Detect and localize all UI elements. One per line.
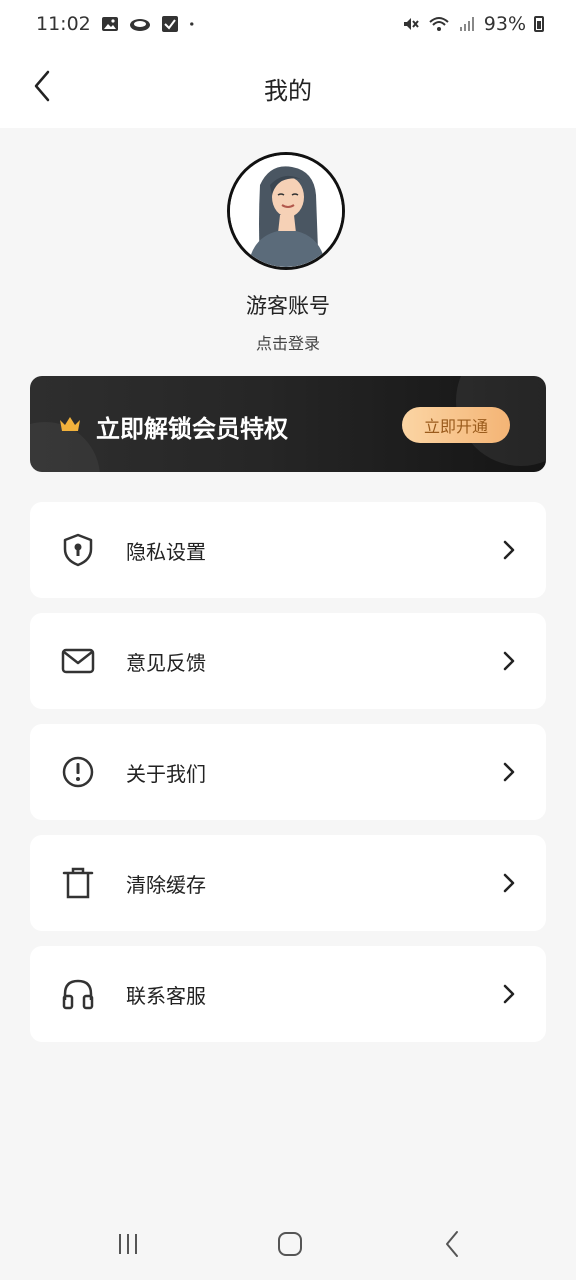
chevron-right-icon xyxy=(503,651,515,671)
home-icon xyxy=(278,1232,302,1256)
home-button[interactable] xyxy=(270,1228,310,1260)
shield-lock-icon xyxy=(63,533,93,567)
system-nav-bar xyxy=(0,1208,576,1280)
trash-icon xyxy=(62,867,94,899)
header: 我的 xyxy=(0,48,576,128)
chevron-right-icon xyxy=(503,984,515,1004)
dot-icon xyxy=(189,22,194,26)
recent-apps-button[interactable] xyxy=(108,1228,148,1260)
recent-apps-icon xyxy=(119,1234,137,1254)
battery-percent: 93% xyxy=(483,13,526,35)
activate-vip-button[interactable]: 立即开通 xyxy=(402,407,510,443)
menu-item-about-us[interactable]: 关于我们 xyxy=(30,724,546,820)
login-link[interactable]: 点击登录 xyxy=(256,334,320,353)
vip-title: 立即解锁会员特权 xyxy=(96,415,288,443)
signal-icon xyxy=(459,17,474,31)
guest-account-name: 游客账号 xyxy=(246,294,330,318)
mute-icon xyxy=(403,18,419,30)
menu-item-label: 联系客服 xyxy=(126,984,206,1008)
page-title: 我的 xyxy=(264,76,312,105)
back-button[interactable] xyxy=(22,66,62,106)
headset-icon xyxy=(62,979,94,1010)
avatar-illustration xyxy=(230,155,342,267)
system-back-button[interactable] xyxy=(432,1228,472,1260)
menu-item-clear-cache[interactable]: 清除缓存 xyxy=(30,835,546,931)
crown-icon xyxy=(60,417,80,431)
menu-item-label: 隐私设置 xyxy=(126,540,206,564)
info-alert-icon xyxy=(62,756,94,788)
cloud-icon xyxy=(129,19,150,31)
chevron-left-icon xyxy=(34,70,50,102)
wifi-icon xyxy=(429,17,449,31)
menu-item-label: 关于我们 xyxy=(126,762,206,786)
image-icon xyxy=(101,17,118,31)
avatar[interactable] xyxy=(227,152,345,270)
menu-item-label: 意见反馈 xyxy=(126,651,206,675)
menu-item-contact-support[interactable]: 联系客服 xyxy=(30,946,546,1042)
chevron-right-icon xyxy=(503,762,515,782)
menu-item-feedback[interactable]: 意见反馈 xyxy=(30,613,546,709)
mail-icon xyxy=(61,648,95,674)
chevron-right-icon xyxy=(503,540,515,560)
login-link-row: 点击登录 xyxy=(0,330,576,354)
status-bar: 11:02 93% xyxy=(0,0,576,48)
battery-icon xyxy=(534,16,544,32)
menu-item-label: 清除缓存 xyxy=(126,873,206,897)
menu-item-privacy-settings[interactable]: 隐私设置 xyxy=(30,502,546,598)
chevron-right-icon xyxy=(503,873,515,893)
status-time: 11:02 xyxy=(36,13,91,35)
back-icon xyxy=(446,1231,458,1257)
check-box-icon xyxy=(161,16,178,32)
vip-banner[interactable]: 立即解锁会员特权 立即开通 xyxy=(30,376,546,472)
